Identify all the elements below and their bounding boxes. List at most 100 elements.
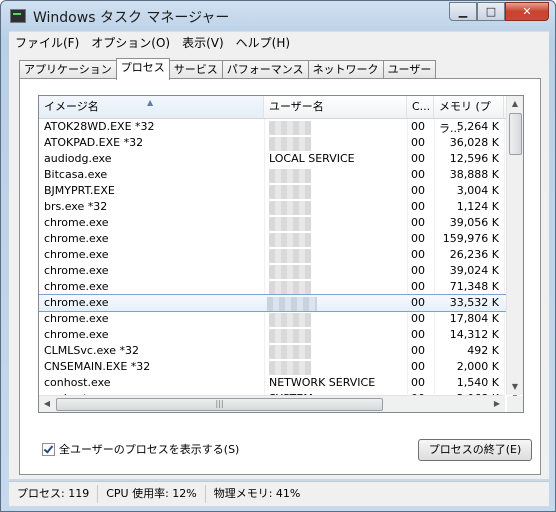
table-row[interactable]: chrome.exe0033,532 KG: [39, 294, 517, 312]
process-name-cell: audiodg.exe: [44, 152, 112, 165]
tab-strip: アプリケーション プロセス サービス パフォーマンス ネットワーク ユーザー: [19, 58, 437, 80]
table-row[interactable]: chrome.exe0017,804 KG: [39, 311, 517, 327]
memory-cell: 5,264 K: [456, 120, 499, 133]
cpu-cell: 00: [411, 184, 425, 197]
table-row[interactable]: chrome.exe0039,024 KG: [39, 263, 517, 279]
minimize-button[interactable]: ▁: [449, 2, 477, 21]
memory-cell: 36,028 K: [449, 136, 499, 149]
memory-cell: 39,024 K: [449, 264, 499, 277]
processes-panel: イメージ名 ▲ ユーザー名 C... メモリ (プラ... 説 ATOK28WD…: [19, 78, 541, 475]
task-manager-icon: [10, 9, 26, 23]
vertical-scroll-thumb[interactable]: [509, 113, 522, 155]
table-row[interactable]: chrome.exe0026,236 KG: [39, 247, 517, 263]
table-row[interactable]: ATOK28WD.EXE *32005,264 KA: [39, 119, 517, 135]
caption-buttons: ▁ □ ✕: [449, 2, 549, 21]
process-name-cell: ATOK28WD.EXE *32: [44, 120, 155, 133]
redacted-user-name: [269, 361, 311, 375]
memory-cell: 159,976 K: [442, 232, 499, 245]
scroll-down-icon[interactable]: ▼: [507, 379, 523, 395]
cpu-cell: 00: [411, 120, 425, 133]
process-rows: ATOK28WD.EXE *32005,264 KAATOKPAD.EXE *3…: [39, 119, 517, 412]
show-all-users-checkbox[interactable]: [42, 442, 55, 456]
column-cpu[interactable]: C...: [407, 96, 434, 118]
process-name-cell: chrome.exe: [44, 248, 109, 261]
cpu-cell: 00: [411, 312, 425, 325]
close-button[interactable]: ✕: [505, 2, 549, 21]
show-all-users-option[interactable]: 全ユーザーのプロセスを表示する(S): [42, 441, 239, 457]
status-cpu-usage: CPU 使用率: 12%: [98, 485, 206, 503]
table-row[interactable]: brs.exe *32001,124 Kb: [39, 199, 517, 215]
vertical-scrollbar[interactable]: ▲ ▼: [506, 96, 523, 395]
table-row[interactable]: chrome.exe0039,056 KG: [39, 215, 517, 231]
redacted-user-name: [269, 313, 311, 327]
tab-services[interactable]: サービス: [168, 60, 223, 79]
menu-options[interactable]: オプション(O): [85, 34, 176, 51]
tab-applications[interactable]: アプリケーション: [19, 60, 117, 79]
table-row[interactable]: chrome.exe0071,348 KG: [39, 279, 517, 295]
minimize-icon: ▁: [458, 5, 468, 18]
maximize-button[interactable]: □: [477, 2, 505, 21]
redacted-user-name: [269, 345, 311, 359]
horizontal-scroll-thumb[interactable]: |||: [56, 398, 383, 411]
tab-users[interactable]: ユーザー: [382, 60, 437, 79]
tab-networking[interactable]: ネットワーク: [307, 60, 384, 79]
redacted-user-name: [269, 217, 311, 231]
redacted-user-name: [269, 169, 311, 183]
table-row[interactable]: CLMLSvc.exe *3200492 KC: [39, 343, 517, 359]
status-process-count: プロセス: 119: [9, 485, 99, 503]
process-name-cell: conhost.exe: [44, 376, 111, 389]
menu-bar: ファイル(F) オプション(O) 表示(V) ヘルプ(H): [9, 31, 549, 52]
tab-performance[interactable]: パフォーマンス: [221, 60, 309, 79]
memory-cell: 71,348 K: [449, 280, 499, 293]
status-physical-memory: 物理メモリ: 41%: [213, 487, 301, 500]
memory-cell: 492 K: [467, 344, 499, 357]
redacted-user-name: [269, 121, 311, 135]
cpu-cell: 00: [411, 136, 425, 149]
table-row[interactable]: conhost.exeNETWORK SERVICE001,540 Kコ: [39, 375, 517, 391]
scroll-right-icon[interactable]: ▶: [489, 396, 505, 412]
redacted-user-name: [269, 185, 311, 199]
column-image-name-label: イメージ名: [44, 100, 99, 113]
menu-file[interactable]: ファイル(F): [9, 34, 85, 51]
memory-cell: 1,124 K: [456, 200, 499, 213]
memory-cell: 33,532 K: [449, 296, 499, 309]
cpu-cell: 00: [411, 360, 425, 373]
title-bar[interactable]: Windows タスク マネージャー ▁ □ ✕: [1, 1, 555, 31]
task-manager-window: Windows タスク マネージャー ▁ □ ✕ ファイル(F) オプション(O…: [0, 0, 556, 512]
redacted-user-name: [269, 233, 311, 247]
table-row[interactable]: Bitcasa.exe0038,888 KB: [39, 167, 517, 183]
column-image-name[interactable]: イメージ名 ▲: [39, 96, 264, 118]
scroll-left-icon[interactable]: ◀: [39, 396, 55, 412]
memory-cell: 14,312 K: [449, 328, 499, 341]
user-name-cell: NETWORK SERVICE: [269, 376, 376, 389]
redacted-user-name: [269, 137, 311, 151]
table-row[interactable]: audiodg.exeLOCAL SERVICE0012,596 KW: [39, 151, 517, 167]
table-row[interactable]: ATOKPAD.EXE *320036,028 KA: [39, 135, 517, 151]
menu-view[interactable]: 表示(V): [176, 34, 230, 51]
cpu-cell: 00: [411, 344, 425, 357]
maximize-icon: □: [485, 5, 497, 18]
table-row[interactable]: BJMYPRT.EXE003,004 KC: [39, 183, 517, 199]
redacted-user-name: [269, 201, 311, 215]
table-row[interactable]: chrome.exe00159,976 KG: [39, 231, 517, 247]
scroll-up-icon[interactable]: ▲: [507, 96, 523, 112]
horizontal-scrollbar[interactable]: ◀ ||| ▶: [39, 395, 505, 412]
table-row[interactable]: chrome.exe0014,312 KG: [39, 327, 517, 343]
menu-help[interactable]: ヘルプ(H): [230, 34, 296, 51]
window-title: Windows タスク マネージャー: [33, 10, 230, 26]
process-list[interactable]: イメージ名 ▲ ユーザー名 C... メモリ (プラ... 説 ATOK28WD…: [38, 95, 524, 413]
end-process-button[interactable]: プロセスの終了(E): [418, 439, 532, 461]
process-name-cell: brs.exe *32: [44, 200, 108, 213]
close-icon: ✕: [522, 5, 532, 18]
column-memory[interactable]: メモリ (プラ...: [434, 96, 504, 135]
redacted-user-name: [267, 297, 317, 311]
table-row[interactable]: CNSEMAIN.EXE *32002,000 KC: [39, 359, 517, 375]
tab-processes[interactable]: プロセス: [115, 58, 170, 80]
process-name-cell: chrome.exe: [44, 264, 109, 277]
redacted-user-name: [269, 281, 311, 295]
memory-cell: 3,004 K: [456, 184, 499, 197]
list-header: イメージ名 ▲ ユーザー名 C... メモリ (プラ... 説: [39, 96, 520, 135]
cpu-cell: 00: [411, 216, 425, 229]
column-user-name[interactable]: ユーザー名: [264, 96, 407, 118]
cpu-cell: 00: [411, 376, 425, 389]
